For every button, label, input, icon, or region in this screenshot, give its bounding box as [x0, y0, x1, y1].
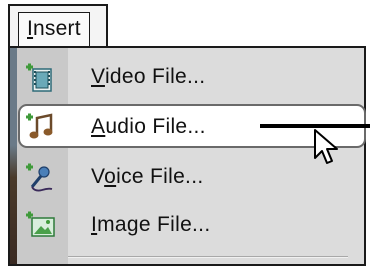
video-file-icon: [26, 63, 52, 92]
audio-file-icon: [26, 113, 53, 139]
menu-item-label: Video File...: [91, 65, 206, 88]
menu-item-label: Audio File...: [91, 115, 206, 138]
insert-menu-label[interactable]: Insert: [18, 12, 90, 47]
menu-item-image-file[interactable]: Image File...: [18, 202, 356, 248]
insert-menu-tab[interactable]: Insert: [8, 4, 108, 48]
voice-file-icon: [26, 163, 53, 192]
menu-item-video-file[interactable]: Video File...: [18, 54, 356, 100]
menu-item-label: Voice File...: [91, 165, 204, 188]
background-strip: [10, 48, 17, 264]
menu-item-voice-file[interactable]: Voice File...: [18, 154, 356, 200]
menu-item-label: Image File...: [91, 213, 211, 236]
image-file-icon: [26, 211, 55, 237]
mouse-pointer-icon: [314, 129, 338, 164]
menu-separator: [68, 256, 348, 258]
